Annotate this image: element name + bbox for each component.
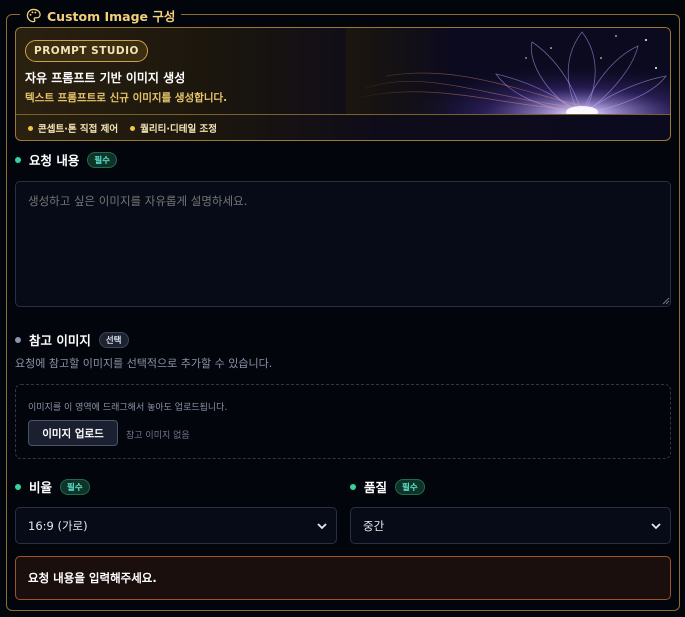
section-legend: Custom Image 구성 xyxy=(20,5,182,25)
hero-subtitle: 텍스트 프롬프트로 신규 이미지를 생성합니다. xyxy=(25,92,228,104)
image-upload-button[interactable]: 이미지 업로드 xyxy=(28,420,118,446)
hero-tag: 콘셉트·톤 직접 제어 xyxy=(28,121,118,135)
required-badge: 필수 xyxy=(87,151,117,168)
ratio-select[interactable]: 16:9 (가로) xyxy=(15,507,337,544)
hero-tag-label: 퀄리티·디테일 조정 xyxy=(140,124,217,135)
quality-select[interactable]: 중간 xyxy=(350,507,671,544)
quality-selected-value: 중간 xyxy=(363,518,385,533)
reference-label-row: 참고 이미지 선택 xyxy=(15,330,129,349)
required-dot-icon xyxy=(350,483,356,490)
hero-divider xyxy=(16,114,670,115)
hero-title: 자유 프롬프트 기반 이미지 생성 xyxy=(25,71,186,85)
chevron-down-icon xyxy=(651,523,661,530)
validation-alert: 요청 내용을 입력해주세요. xyxy=(15,556,671,600)
reference-help: 요청에 참고할 이미지를 선택적으로 추가할 수 있습니다. xyxy=(15,357,273,370)
image-dropzone[interactable]: 이미지를 이 영역에 드래그해서 놓아도 업로드됩니다. 이미지 업로드 참고 … xyxy=(15,384,671,459)
chevron-down-icon xyxy=(317,523,327,530)
no-reference-text: 참고 이미지 없음 xyxy=(126,431,190,441)
tag-dot-icon xyxy=(28,125,33,131)
alert-message: 요청 내용을 입력해주세요. xyxy=(28,571,157,585)
hero-tags: 콘셉트·톤 직접 제어 퀄리티·디테일 조정 xyxy=(28,121,217,135)
required-dot-icon xyxy=(15,156,21,163)
optional-badge: 선택 xyxy=(98,331,129,348)
request-label-row: 요청 내용 필수 xyxy=(15,150,117,169)
ratio-selected-value: 16:9 (가로) xyxy=(28,518,88,533)
required-badge: 필수 xyxy=(60,478,90,495)
tag-dot-icon xyxy=(130,125,136,131)
quality-label-row: 품질 필수 xyxy=(350,477,425,496)
ratio-label: 비율 xyxy=(29,480,53,495)
required-badge: 필수 xyxy=(395,478,425,495)
hero-lotus-illustration xyxy=(346,28,670,114)
reference-label: 참고 이미지 xyxy=(29,333,91,348)
resize-grip-icon[interactable] xyxy=(661,296,670,305)
hero-banner: PROMPT STUDIO 자유 프롬프트 기반 이미지 생성 텍스트 프롬프트… xyxy=(15,27,671,141)
hero-tag: 퀄리티·디테일 조정 xyxy=(130,121,217,135)
optional-dot-icon xyxy=(15,336,21,343)
hero-tag-label: 콘셉트·톤 직접 제어 xyxy=(38,124,119,135)
required-dot-icon xyxy=(15,483,21,490)
dropzone-hint: 이미지를 이 영역에 드래그해서 놓아도 업로드됩니다. xyxy=(28,403,228,413)
prompt-studio-badge: PROMPT STUDIO xyxy=(25,40,148,62)
request-textarea[interactable] xyxy=(15,181,671,307)
quality-label: 품질 xyxy=(364,480,388,495)
section-title: Custom Image 구성 xyxy=(47,8,176,24)
ratio-label-row: 비율 필수 xyxy=(15,477,90,496)
request-label: 요청 내용 xyxy=(29,153,80,168)
palette-icon xyxy=(26,8,41,22)
